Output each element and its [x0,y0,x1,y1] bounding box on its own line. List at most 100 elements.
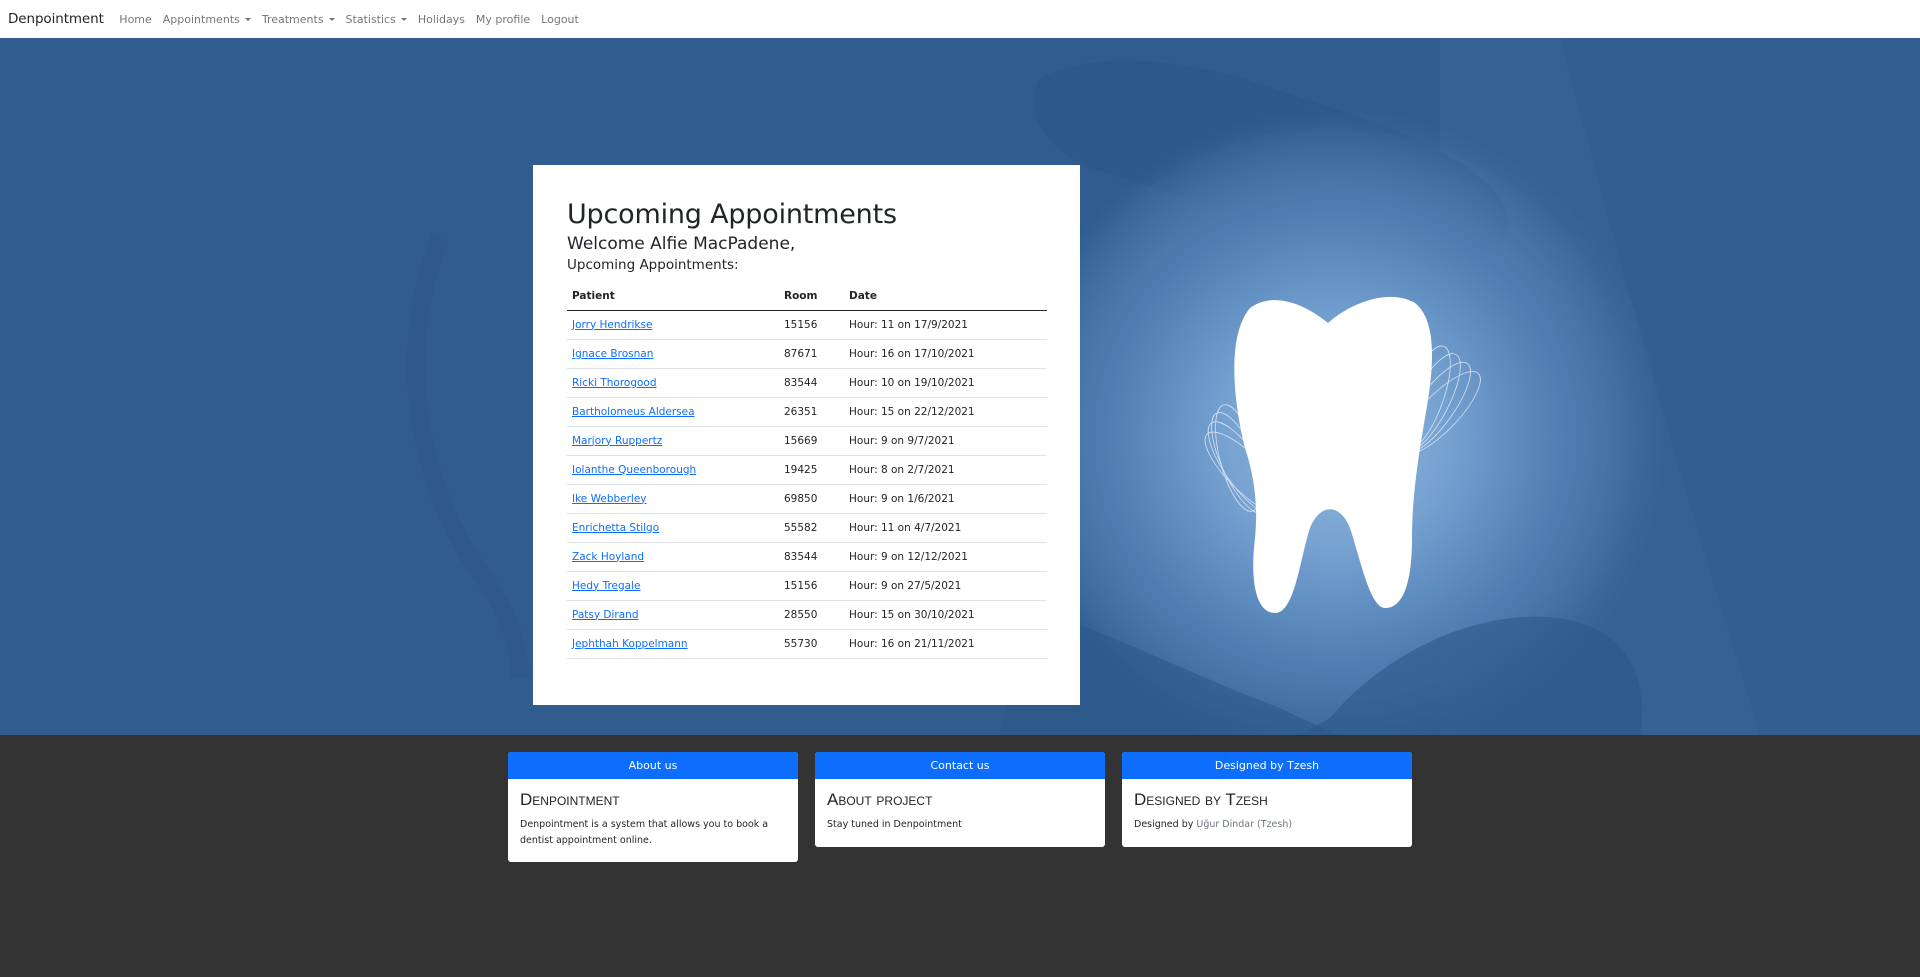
footer-card-header: Designed by Tzesh [1122,752,1412,779]
footer-card-body: About project Stay tuned in Denpointment [815,779,1105,847]
table-row: Ike Webberley 69850 Hour: 9 on 1/6/2021 [567,484,1047,514]
patient-link[interactable]: Ignace Brosnan [572,348,653,360]
patient-cell: Jorry Hendrikse [567,310,779,340]
nav-holidays-label: Holidays [417,12,465,26]
table-row: Ricki Thorogood 83544 Hour: 10 on 19/10/20… [567,368,1047,398]
footer-card-title: About project [827,790,933,809]
appointments-card: Upcoming Appointments Welcome Alfie MacP… [533,165,1080,705]
appointments-table: Patient Room Date Jorry Hendrikse 15156 Ho… [567,283,1047,659]
nav-statistics-label: Statistics [345,12,396,26]
patient-link[interactable]: Jorry Hendrikse [572,319,652,331]
hero-banner: Upcoming Appointments Welcome Alfie MacP… [0,38,1920,735]
patient-link[interactable]: Zack Hoyland [572,551,644,563]
room-cell: 83544 [779,542,844,572]
page-title: Upcoming Appointments [567,199,897,230]
date-cell: Hour: 10 on 19/10/2021 [844,368,1047,398]
room-cell: 69850 [779,484,844,514]
patient-cell: Jephthah Koppelmann [567,629,779,659]
footer-card-header: Contact us [815,752,1105,779]
nav-appointments-label: Appointments [162,12,240,26]
nav-logout-label: Logout [541,12,579,26]
date-cell: Hour: 9 on 9/7/2021 [844,426,1047,456]
column-header-date: Date [844,283,1047,311]
patient-cell: Ignace Brosnan [567,339,779,369]
table-header-row: Patient Room Date [567,283,1047,311]
nav-treatments-label: Treatments [261,12,324,26]
table-row: Ignace Brosnan 87671 Hour: 16 on 17/10/202… [567,339,1047,369]
patient-link[interactable]: Hedy Tregale [572,580,640,592]
patient-link[interactable]: Iolanthe Queenborough [572,464,696,476]
date-cell: Hour: 16 on 17/10/2021 [844,339,1047,369]
footer-card-title: Designed by Tzesh [1134,790,1268,809]
caret-down-icon [328,17,335,21]
room-cell: 87671 [779,339,844,369]
table-row: Marjory Ruppertz 15669 Hour: 9 on 9/7/2021 [567,426,1047,456]
footer-card-body: Designed by Tzesh Designed by Uğur Dinda… [1122,779,1412,847]
table-row: Jephthah Koppelmann 55730 Hour: 16 on 21/1… [567,629,1047,659]
navbar: Denpointment Home Appointments Treatment… [0,0,1920,38]
patient-link[interactable]: Enrichetta Stilgo [572,522,659,534]
footer-card-title: Denpointment [520,790,620,809]
patient-link[interactable]: Ike Webberley [572,493,647,505]
date-cell: Hour: 15 on 30/10/2021 [844,600,1047,630]
nav-appointments-dropdown[interactable]: Appointments [163,13,251,26]
patient-link[interactable]: Jephthah Koppelmann [572,638,688,650]
room-cell: 26351 [779,397,844,427]
welcome-message: Welcome Alfie MacPadene, [567,234,796,255]
room-cell: 83544 [779,368,844,398]
table-row: Hedy Tregale 15156 Hour: 9 on 27/5/2021 [567,571,1047,601]
caret-down-icon [400,17,407,21]
room-cell: 15669 [779,426,844,456]
patient-cell: Patsy Dirand [567,600,779,630]
room-cell: 55582 [779,513,844,543]
patient-cell: Bartholomeus Aldersea [567,397,779,427]
footer-card-body: Denpointment Denpointment is a system th… [508,779,798,862]
room-cell: 19425 [779,455,844,485]
appointments-table-body: Jorry Hendrikse 15156 Hour: 11 on 17/9/202… [567,310,1047,659]
patient-cell: Iolanthe Queenborough [567,455,779,485]
footer-card-header: About us [508,752,798,779]
date-cell: Hour: 15 on 22/12/2021 [844,397,1047,427]
footer: About us Denpointment Denpointment is a … [0,735,1920,977]
table-row: Jorry Hendrikse 15156 Hour: 11 on 17/9/202… [567,310,1047,340]
table-row: Zack Hoyland 83544 Hour: 9 on 12/12/2021 [567,542,1047,572]
caret-down-icon [244,17,251,21]
patient-link[interactable]: Patsy Dirand [572,609,639,621]
footer-card-designer: Designed by Tzesh Designed by Tzesh Desi… [1122,752,1412,847]
patient-link[interactable]: Marjory Ruppertz [572,435,662,447]
date-cell: Hour: 9 on 27/5/2021 [844,571,1047,601]
footer-card-about: About us Denpointment Denpointment is a … [508,752,798,862]
table-row: Enrichetta Stilgo 55582 Hour: 11 on 4/7/20… [567,513,1047,543]
footer-card-text: Stay tuned in Denpointment [827,819,962,831]
room-cell: 15156 [779,310,844,340]
nav-treatments-dropdown[interactable]: Treatments [262,13,335,26]
date-cell: Hour: 8 on 2/7/2021 [844,455,1047,485]
brand-link[interactable]: Denpointment [8,11,104,27]
footer-card-text: Designed by Uğur Dindar (Tzesh) [1134,817,1400,832]
nav-statistics-dropdown[interactable]: Statistics [346,13,407,26]
nav-logout[interactable]: Logout [541,13,579,26]
footer-card-contact: Contact us About project Stay tuned in D… [815,752,1105,847]
appointments-subtitle: Upcoming Appointments: [567,257,739,274]
patient-cell: Enrichetta Stilgo [567,513,779,543]
patient-cell: Ike Webberley [567,484,779,514]
nav-home-label: Home [119,12,152,26]
table-row: Patsy Dirand 28550 Hour: 15 on 30/10/2021 [567,600,1047,630]
date-cell: Hour: 11 on 4/7/2021 [844,513,1047,543]
table-row: Iolanthe Queenborough 19425 Hour: 8 on 2/7… [567,455,1047,485]
nav-home[interactable]: Home [119,13,151,26]
date-cell: Hour: 9 on 1/6/2021 [844,484,1047,514]
table-row: Bartholomeus Aldersea 26351 Hour: 15 on 22… [567,397,1047,427]
patient-link[interactable]: Ricki Thorogood [572,377,657,389]
designer-name: Uğur Dindar (Tzesh) [1196,819,1293,831]
patient-cell: Ricki Thorogood [567,368,779,398]
date-cell: Hour: 16 on 21/11/2021 [844,629,1047,659]
nav-holidays[interactable]: Holidays [418,13,465,26]
nav-my-profile-label: My profile [475,12,531,26]
column-header-room: Room [779,283,844,311]
patient-cell: Zack Hoyland [567,542,779,572]
nav-my-profile[interactable]: My profile [476,13,530,26]
patient-link[interactable]: Bartholomeus Aldersea [572,406,695,418]
room-cell: 15156 [779,571,844,601]
designer-prefix: Designed by [1134,819,1197,831]
